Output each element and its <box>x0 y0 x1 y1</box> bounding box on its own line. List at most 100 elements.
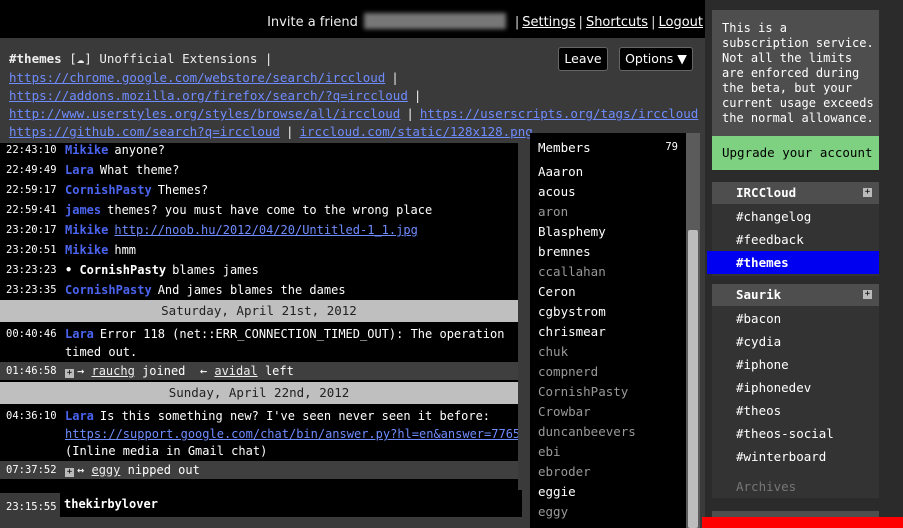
message-log[interactable]: 22:43:10 Mikike anyone? 22:49:49 Lara What… <box>0 143 518 493</box>
member-item[interactable]: Ceron <box>538 284 576 299</box>
member-scrollbar-thumb[interactable] <box>688 230 698 528</box>
message-row: 23:23:23 • CornishPasty blames james <box>6 263 259 277</box>
server-header-saurik[interactable]: Saurik + <box>712 284 879 306</box>
topic-link-icon[interactable]: irccloud.com/static/128x128.png <box>299 124 532 139</box>
topic-link-github[interactable]: https://github.com/search?q=irccloud <box>9 124 280 139</box>
channel-item[interactable]: #theos-social <box>712 422 879 445</box>
settings-link[interactable]: Settings <box>522 15 575 30</box>
date-separator: Saturday, April 21st, 2012 <box>0 300 518 322</box>
server-header-irccloud[interactable]: IRCCloud + <box>712 182 879 204</box>
message-continuation: timed out. <box>65 345 138 359</box>
server-expand-icon[interactable]: + <box>863 290 872 299</box>
channel-list-irccloud: #changelog #feedback #themes <box>707 204 879 276</box>
channel-item[interactable]: #iphonedev <box>712 376 879 399</box>
member-count: 79 <box>665 141 678 153</box>
channel-item[interactable]: #bacon <box>712 307 879 330</box>
topic-link-userscripts[interactable]: https://userscripts.org/tags/irccloud <box>420 106 698 121</box>
date-separator: Sunday, April 22nd, 2012 <box>0 382 518 404</box>
member-item[interactable]: CornishPasty <box>538 384 628 399</box>
channel-item[interactable]: #iphone <box>712 353 879 376</box>
logout-link[interactable]: Logout <box>658 15 703 30</box>
member-item[interactable]: cgbystrom <box>538 304 606 319</box>
quit-arrow-icon: ↔ <box>77 463 85 477</box>
member-item[interactable]: Blasphemy <box>538 224 606 239</box>
action-nick[interactable]: • CornishPasty <box>65 263 166 277</box>
input-timestamp: 23:15:55 <box>6 501 57 513</box>
message-row: 22:59:41 james themes? you must have come… <box>6 203 433 217</box>
nick[interactable]: Mikike <box>65 143 108 157</box>
user-link[interactable]: rauchg <box>91 364 134 378</box>
member-item[interactable]: ebi <box>538 444 561 459</box>
nick[interactable]: Lara <box>65 409 94 423</box>
channel-name: #themes <box>9 51 62 66</box>
message-continuation: (Inline media in Gmail chat) <box>65 444 268 458</box>
channel-item[interactable]: #changelog <box>712 205 879 228</box>
channel-item[interactable]: #winterboard <box>712 445 879 468</box>
nick[interactable]: CornishPasty <box>65 183 152 197</box>
topic-line-5: https://github.com/search?q=irccloud | irc… <box>9 124 533 139</box>
message-row: 23:23:35 CornishPasty And james blames th… <box>6 283 346 297</box>
nick[interactable]: CornishPasty <box>65 283 152 297</box>
topic-line-4: http://www.userstyles.org/styles/browse/… <box>9 106 712 121</box>
topic-link-userstyles[interactable]: http://www.userstyles.org/styles/browse/… <box>9 106 400 121</box>
member-item[interactable]: bremnes <box>538 244 591 259</box>
topic-line-2: https://chrome.google.com/webstore/searc… <box>9 70 399 85</box>
expand-icon[interactable]: + <box>65 369 74 378</box>
member-item[interactable]: ebroder <box>538 464 591 479</box>
member-item[interactable]: chrismear <box>538 324 606 339</box>
topic-line-3: https://addons.mozilla.org/firefox/searc… <box>9 88 422 103</box>
user-link[interactable]: avidal <box>214 364 257 378</box>
input-bar: 23:15:55 <box>0 490 530 528</box>
invite-label: Invite a friend <box>267 15 358 30</box>
member-item[interactable]: Crowbar <box>538 404 591 419</box>
topic-line-1: #themes [☁] Unofficial Extensions | <box>9 50 272 68</box>
topic-link-chrome[interactable]: https://chrome.google.com/webstore/searc… <box>9 70 385 85</box>
expand-icon[interactable]: + <box>65 468 74 477</box>
member-item[interactable]: chuk <box>538 344 568 359</box>
upgrade-account-button[interactable]: Upgrade your account <box>712 136 879 170</box>
nick[interactable]: james <box>65 203 101 217</box>
message-link[interactable]: http://noob.hu/2012/04/20/Untitled-1_1.j… <box>114 223 417 237</box>
member-item[interactable]: eggy <box>538 504 568 519</box>
topic-prefix: [☁] Unofficial Extensions | <box>69 51 273 66</box>
message-row: 22:49:49 Lara What theme? <box>6 163 180 177</box>
channel-item[interactable]: #cydia <box>712 330 879 353</box>
invite-email-field[interactable] <box>363 13 506 29</box>
member-item[interactable]: duncanbeevers <box>538 424 636 439</box>
alert-bar <box>702 517 903 528</box>
channel-header: #themes [☁] Unofficial Extensions | http… <box>0 38 712 143</box>
account-links: Invite a friend | Settings | Shortcuts | Logou… <box>267 13 703 30</box>
member-item[interactable]: eggie <box>538 484 576 499</box>
subscription-notice: This is a subscription service. Not all … <box>712 10 879 136</box>
channel-item[interactable]: #theos <box>712 399 879 422</box>
member-list: Members 79 Aaaron acous aron Blasphemy bremn… <box>530 133 686 528</box>
topic-link-mozilla[interactable]: https://addons.mozilla.org/firefox/searc… <box>9 88 408 103</box>
nick[interactable]: Lara <box>65 163 94 177</box>
channel-item-active[interactable]: #themes <box>707 251 879 274</box>
nick[interactable]: Lara <box>65 327 94 341</box>
message-link[interactable]: https://support.google.com/chat/bin/answ… <box>65 427 518 441</box>
member-list-header: Members 79 <box>538 140 678 155</box>
archives-link[interactable]: Archives <box>712 475 879 498</box>
member-item[interactable]: acous <box>538 184 576 199</box>
message-row: 00:40:46 Lara Error 118 (net::ERR_CONNECT… <box>6 327 505 341</box>
leave-button[interactable]: Leave <box>558 47 608 71</box>
server-expand-icon[interactable]: + <box>863 188 872 197</box>
message-row: 23:20:17 Mikike http://noob.hu/2012/04/20… <box>6 223 418 237</box>
nick[interactable]: Mikike <box>65 243 108 257</box>
member-item[interactable]: compnerd <box>538 364 598 379</box>
member-item[interactable]: Aaaron <box>538 164 583 179</box>
member-item[interactable]: aron <box>538 204 568 219</box>
user-link[interactable]: eggy <box>91 463 120 477</box>
join-arrow-icon: → <box>77 364 85 378</box>
channel-item[interactable]: #feedback <box>712 228 879 251</box>
message-input[interactable] <box>60 490 522 517</box>
options-button[interactable]: Options ▼ <box>619 47 693 71</box>
shortcuts-link[interactable]: Shortcuts <box>586 15 648 30</box>
message-row: 22:43:10 Mikike anyone? <box>6 143 165 157</box>
event-row: 07:37:52 + ↔ eggy nipped out <box>0 461 518 479</box>
nick[interactable]: Mikike <box>65 223 108 237</box>
event-row: 01:46:58 + → rauchg joined ← avidal left <box>0 362 518 380</box>
member-item[interactable]: ccallahan <box>538 264 606 279</box>
message-row: 04:36:10 Lara Is this something new? I've… <box>6 409 491 423</box>
